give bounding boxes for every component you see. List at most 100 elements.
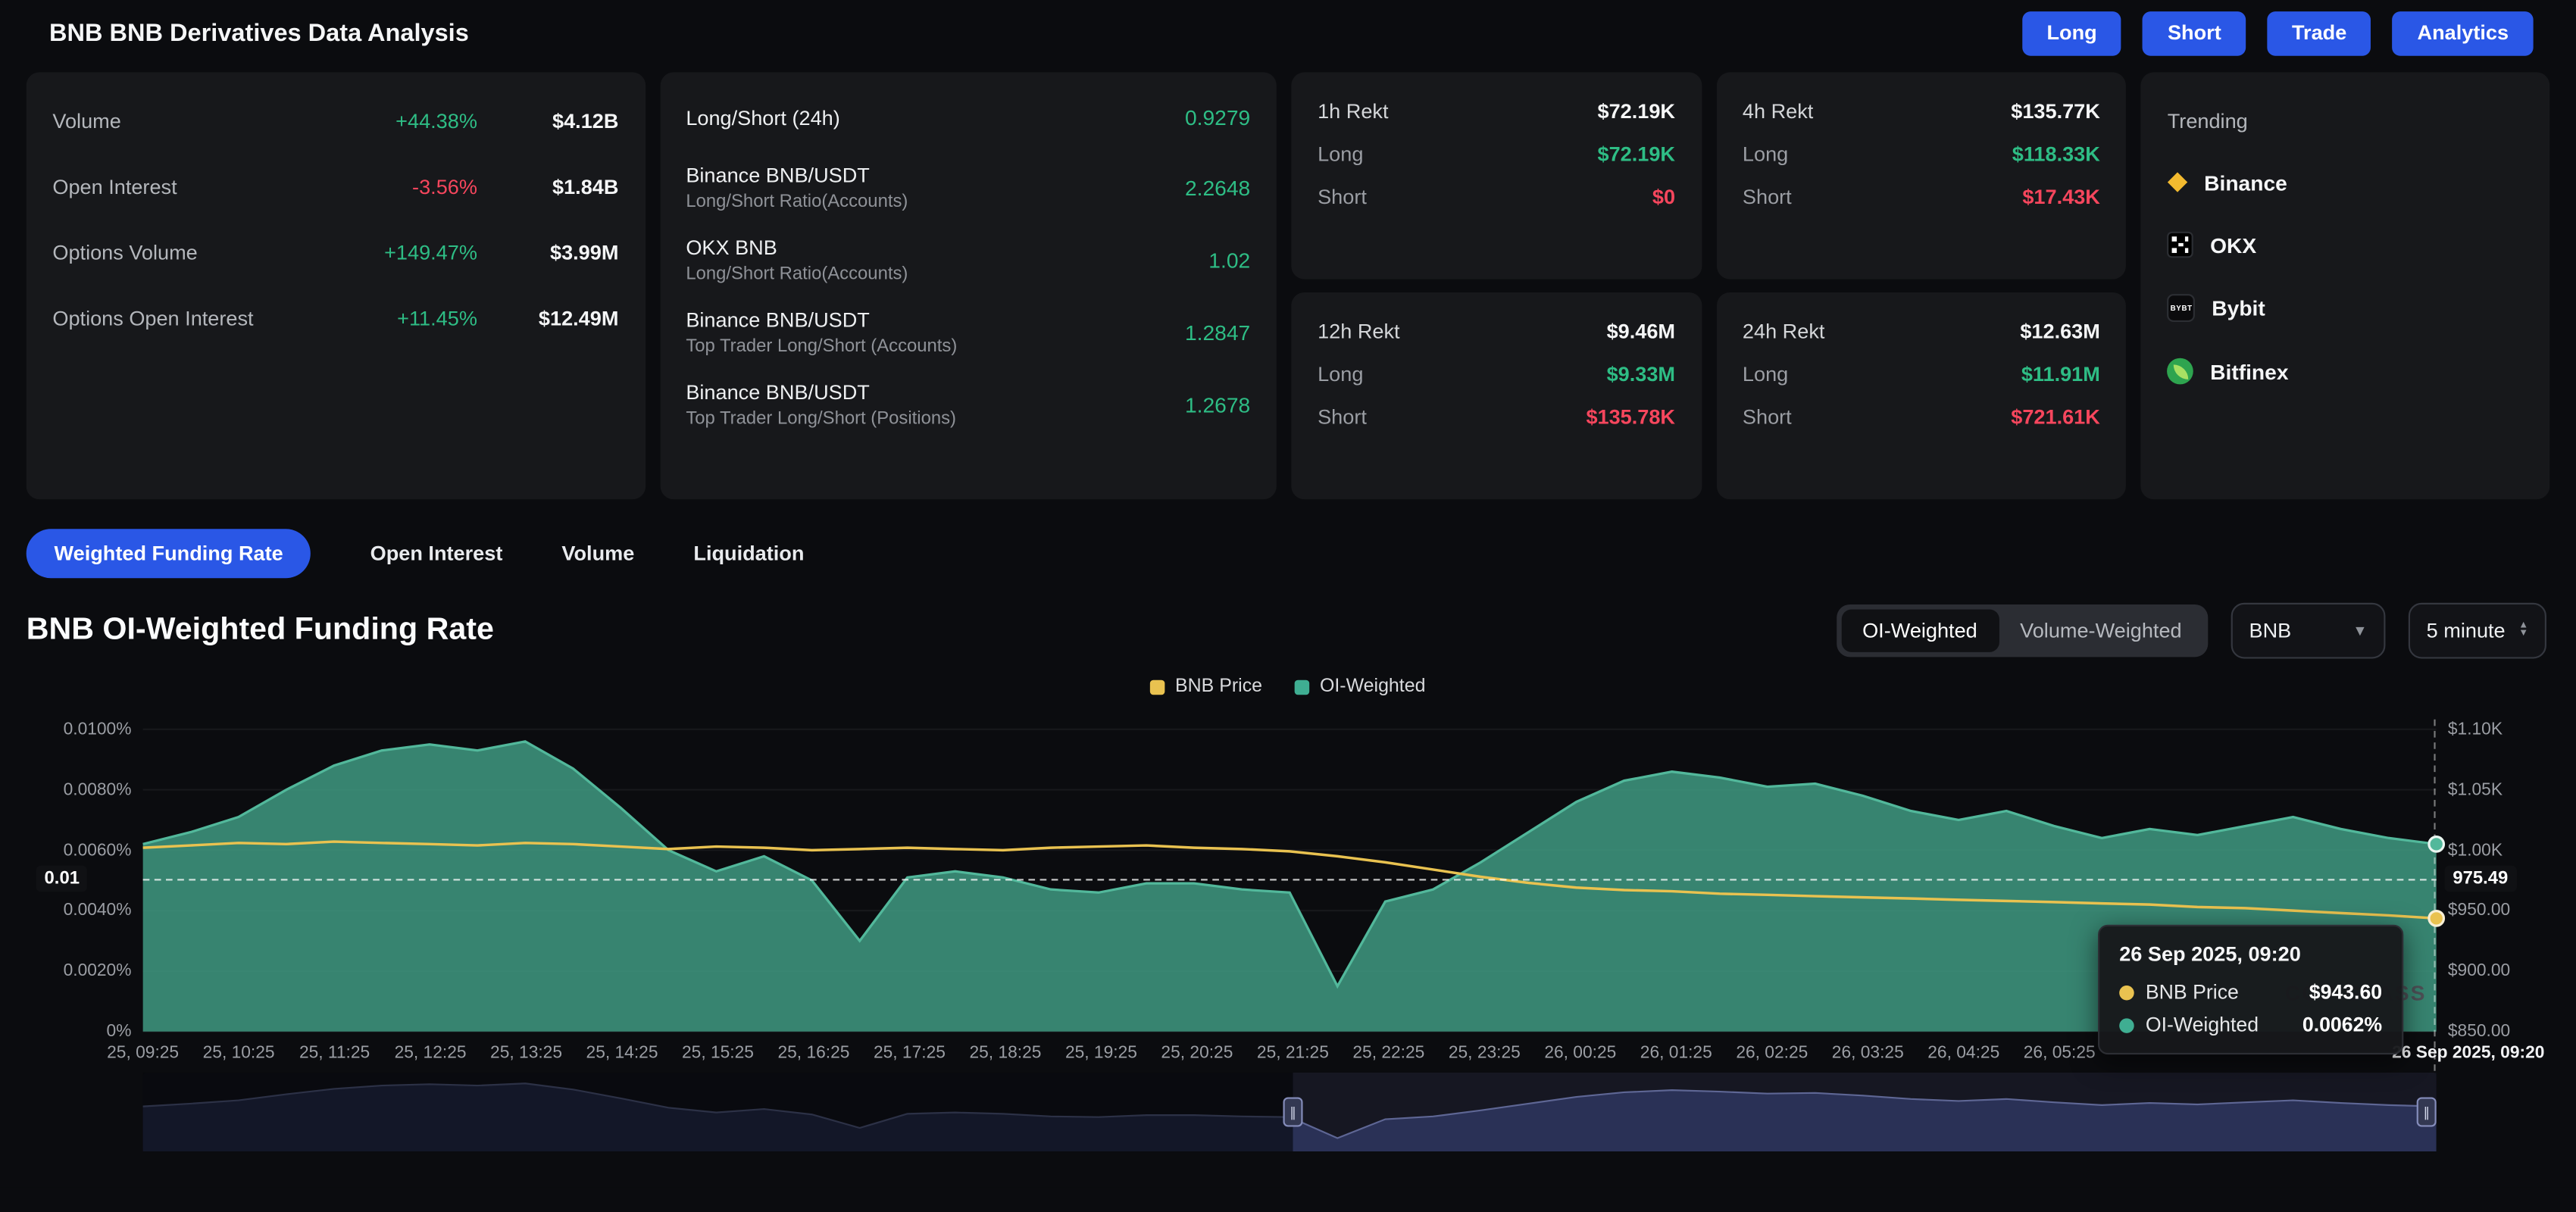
legend-item-bnb-price[interactable]: BNB Price: [1151, 676, 1263, 696]
tooltip-row: BNB Price $943.60: [2119, 981, 2382, 1004]
right-axis-tick: $850.00: [2448, 1022, 2510, 1042]
ratio-subtitle: Top Trader Long/Short (Positions): [686, 409, 956, 429]
chart-tooltip: 26 Sep 2025, 09:20 BNB Price $943.60 OI-…: [2098, 925, 2403, 1054]
ratio-subtitle: Long/Short Ratio(Accounts): [686, 264, 908, 284]
crosshair-right-badge: 975.49: [2445, 865, 2517, 892]
coin-select-value: BNB: [2249, 619, 2291, 642]
rekt-card-1h: 1h Rekt$72.19K Long$72.19K Short$0: [1291, 72, 1701, 279]
navigator-unselected-region: [143, 1073, 1293, 1151]
rekt-total: $9.46M: [1607, 320, 1675, 343]
bybit-icon: BYBT: [2168, 294, 2196, 322]
market-stats-card: Volume +44.38% $4.12B Open Interest -3.5…: [27, 72, 645, 499]
funding-rate-chart: BNB Price OI-Weighted 0.0100%0.0080%0.00…: [0, 720, 2576, 1212]
legend-swatch: [1295, 679, 1310, 695]
section-title: BNB OI-Weighted Funding Rate: [27, 613, 494, 649]
long-button[interactable]: Long: [2022, 11, 2121, 55]
rekt-title: 24h Rekt: [1743, 320, 1824, 343]
ratio-row: Long/Short (24h) 0.9279: [686, 105, 1250, 130]
tooltip-row: OI-Weighted 0.0062%: [2119, 1014, 2382, 1036]
stat-value: $3.99M: [477, 242, 618, 264]
toggle-volume-weighted[interactable]: Volume-Weighted: [1999, 609, 2203, 651]
ratio-value: 0.9279: [1185, 105, 1250, 130]
ratio-title: Binance BNB/USDT: [686, 309, 957, 332]
stat-change: -3.56%: [412, 176, 477, 198]
stepper-arrows-icon: ▲▼: [2518, 623, 2528, 639]
rekt-column-1: 1h Rekt$72.19K Long$72.19K Short$0 12h R…: [1291, 72, 1701, 499]
okx-icon: [2168, 232, 2194, 258]
stat-row: Open Interest -3.56% $1.84B: [52, 176, 618, 198]
interval-select-value: 5 minute: [2427, 619, 2506, 642]
tooltip-series-value: 0.0062%: [2302, 1014, 2382, 1036]
binance-icon: ◆: [2168, 169, 2188, 195]
rekt-long-value: $9.33M: [1607, 363, 1675, 386]
rekt-short-value: $721.61K: [2011, 406, 2100, 429]
tab-open-interest[interactable]: Open Interest: [370, 542, 503, 565]
tab-volume[interactable]: Volume: [561, 542, 634, 565]
trending-card: Trending ◆ Binance OKX BYBT Bybit Bitfin…: [2141, 72, 2549, 499]
chevron-down-icon: ▼: [2352, 623, 2367, 639]
stat-value: $12.49M: [477, 307, 618, 330]
trending-item-bitfinex[interactable]: Bitfinex: [2168, 358, 2524, 385]
rekt-short-label: Short: [1743, 186, 1792, 208]
stat-label: Options Open Interest: [52, 307, 253, 330]
short-button[interactable]: Short: [2143, 11, 2246, 55]
tooltip-series-name: OI-Weighted: [2146, 1014, 2259, 1036]
navigator-left-handle[interactable]: ∥: [1283, 1097, 1302, 1126]
rekt-short-label: Short: [1318, 186, 1367, 208]
stat-value: $4.12B: [477, 110, 618, 133]
stat-change: +44.38%: [395, 110, 477, 133]
legend-item-oi-weighted[interactable]: OI-Weighted: [1295, 676, 1425, 696]
interval-select[interactable]: 5 minute ▲▼: [2409, 603, 2546, 659]
trending-item-label: Binance: [2204, 170, 2287, 195]
tooltip-series-name: BNB Price: [2146, 981, 2239, 1004]
chart-navigator[interactable]: ∥ ∥: [143, 1073, 2437, 1151]
page-title: BNB BNB Derivatives Data Analysis: [49, 19, 469, 47]
right-axis-tick: $1.05K: [2448, 780, 2503, 800]
rekt-short-value: $135.78K: [1586, 406, 1675, 429]
ratio-subtitle: Long/Short Ratio(Accounts): [686, 192, 908, 212]
rekt-long-label: Long: [1743, 143, 1788, 166]
trending-item-label: Bybit: [2212, 295, 2265, 320]
toggle-oi-weighted[interactable]: OI-Weighted: [1841, 609, 1999, 651]
left-axis-tick: 0%: [0, 1022, 131, 1042]
rekt-long-label: Long: [1743, 363, 1788, 386]
stat-change: +11.45%: [397, 307, 477, 330]
right-axis-tick: $1.10K: [2448, 720, 2503, 739]
ratio-subtitle: Top Trader Long/Short (Accounts): [686, 337, 957, 357]
rekt-long-value: $11.91M: [2021, 363, 2100, 386]
ratio-title: Binance BNB/USDT: [686, 381, 956, 404]
trending-item-label: Bitfinex: [2210, 359, 2288, 384]
stat-row: Volume +44.38% $4.12B: [52, 110, 618, 133]
legend-swatch: [1151, 679, 1166, 695]
oi-weighted-area: [143, 742, 2437, 1032]
analytics-button[interactable]: Analytics: [2393, 11, 2534, 55]
rekt-title: 12h Rekt: [1318, 320, 1399, 343]
weighting-toggle: OI-Weighted Volume-Weighted: [1836, 604, 2208, 657]
rekt-long-value: $118.33K: [2012, 143, 2100, 166]
rekt-total: $12.63M: [2020, 320, 2100, 343]
ratio-row: Binance BNB/USDT Top Trader Long/Short (…: [686, 309, 1250, 357]
trending-item-okx[interactable]: OKX: [2168, 232, 2524, 258]
stat-label: Open Interest: [52, 176, 177, 198]
navigator-selected-region[interactable]: [1293, 1073, 2437, 1151]
chart-plot-area[interactable]: [143, 720, 2437, 1048]
trade-button[interactable]: Trade: [2267, 11, 2371, 55]
crosshair-left-badge: 0.01: [36, 865, 88, 892]
legend-label: BNB Price: [1175, 676, 1262, 696]
navigator-right-handle[interactable]: ∥: [2417, 1097, 2437, 1126]
rekt-short-label: Short: [1318, 406, 1367, 429]
coin-select[interactable]: BNB ▼: [2231, 603, 2386, 659]
tab-weighted-funding-rate[interactable]: Weighted Funding Rate: [27, 529, 311, 578]
left-axis-tick: 0.0040%: [0, 901, 131, 920]
trending-item-bybit[interactable]: BYBT Bybit: [2168, 294, 2524, 322]
legend-label: OI-Weighted: [1320, 676, 1426, 696]
stat-change: +149.47%: [384, 242, 477, 264]
tooltip-date: 26 Sep 2025, 09:20: [2119, 943, 2382, 966]
bitfinex-icon: [2168, 358, 2194, 385]
trending-item-binance[interactable]: ◆ Binance: [2168, 169, 2524, 195]
rekt-card-4h: 4h Rekt$135.77K Long$118.33K Short$17.43…: [1716, 72, 2126, 279]
ratio-value: 1.2847: [1185, 320, 1250, 345]
trending-item-label: OKX: [2210, 233, 2256, 258]
header-actions: Long Short Trade Analytics: [2022, 11, 2534, 55]
tab-liquidation[interactable]: Liquidation: [693, 542, 804, 565]
